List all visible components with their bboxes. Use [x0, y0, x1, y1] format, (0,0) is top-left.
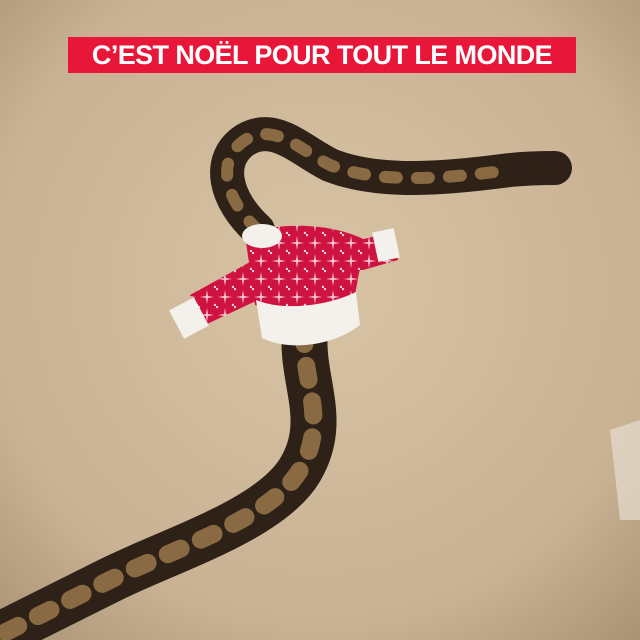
caption-text: C’EST NOËL POUR TOUT LE MONDE	[91, 39, 553, 70]
caption-text-box: C’EST NOËL POUR TOUT LE MONDE	[68, 37, 576, 73]
photo-scene	[0, 0, 640, 640]
snake-head	[518, 157, 562, 179]
